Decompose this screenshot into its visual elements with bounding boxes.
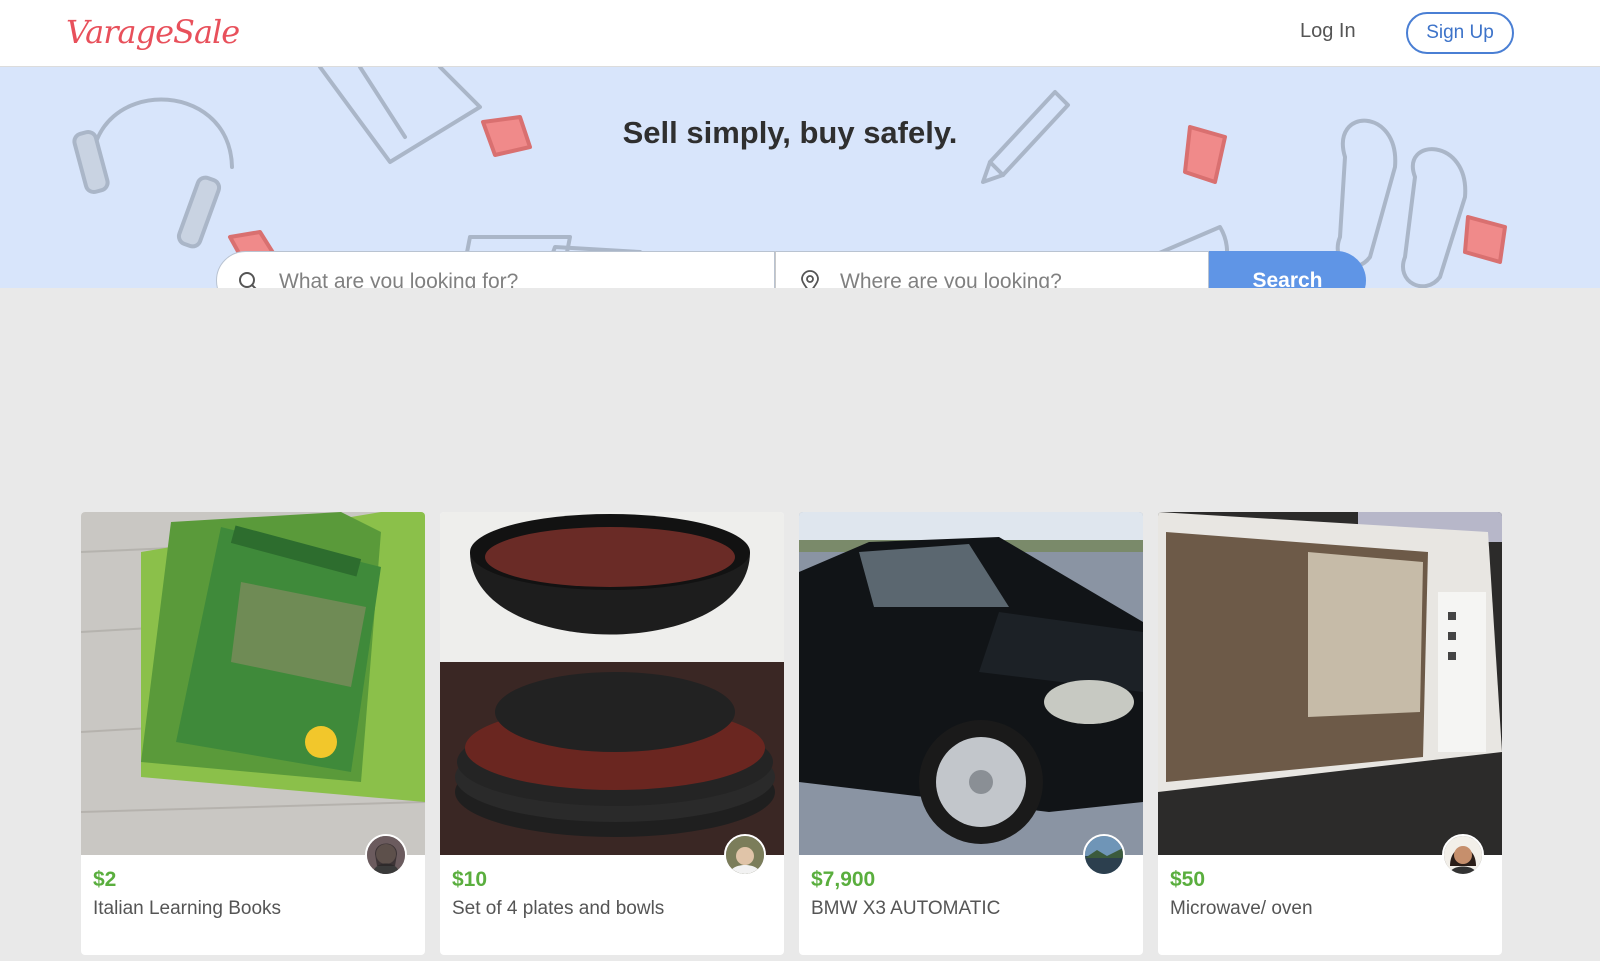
listing-photo-plates[interactable] xyxy=(440,512,784,855)
seller-avatar[interactable] xyxy=(724,834,766,876)
seller-avatar[interactable] xyxy=(1442,834,1484,876)
seller-avatar[interactable] xyxy=(1083,834,1125,876)
hero-banner: Sell simply, buy safely. Search xyxy=(0,67,1600,288)
hero-tagline: Sell simply, buy safely. xyxy=(622,115,958,150)
sign-up-button[interactable]: Sign Up xyxy=(1406,12,1514,54)
log-in-link[interactable]: Log In xyxy=(1300,20,1356,43)
listing-title[interactable]: Set of 4 plates and bowls xyxy=(452,898,664,920)
listing-photo-car[interactable] xyxy=(799,512,1143,855)
listing-card[interactable]: $50 Microwave/ oven xyxy=(1158,512,1502,955)
listing-title[interactable]: Italian Learning Books xyxy=(93,898,281,920)
location-search-field[interactable] xyxy=(775,251,1209,288)
listing-price: $7,900 xyxy=(811,868,876,891)
listing-photo-microwave[interactable] xyxy=(1158,512,1502,855)
search-icon xyxy=(237,270,261,288)
listing-title[interactable]: Microwave/ oven xyxy=(1170,898,1313,920)
listing-price: $10 xyxy=(452,868,488,891)
search-button[interactable]: Search xyxy=(1209,251,1366,288)
varagesale-logo[interactable]: VarageSale xyxy=(66,12,240,52)
keyword-search-input[interactable] xyxy=(277,252,761,288)
search-bar: Search xyxy=(216,251,1366,288)
keyword-search-field[interactable] xyxy=(216,251,775,288)
listing-photo-books[interactable] xyxy=(81,512,425,855)
listing-card[interactable]: $2 Italian Learning Books xyxy=(81,512,425,955)
listing-price: $2 xyxy=(93,868,117,891)
listing-title[interactable]: BMW X3 AUTOMATIC xyxy=(811,898,1000,920)
location-search-input[interactable] xyxy=(838,252,1202,288)
top-navigation-bar: VarageSale Log In Sign Up xyxy=(0,0,1600,67)
location-pin-icon xyxy=(798,270,822,288)
seller-avatar[interactable] xyxy=(365,834,407,876)
listing-card[interactable]: $10 Set of 4 plates and bowls xyxy=(440,512,784,955)
listing-price: $50 xyxy=(1170,868,1206,891)
listing-card[interactable]: $7,900 BMW X3 AUTOMATIC xyxy=(799,512,1143,955)
